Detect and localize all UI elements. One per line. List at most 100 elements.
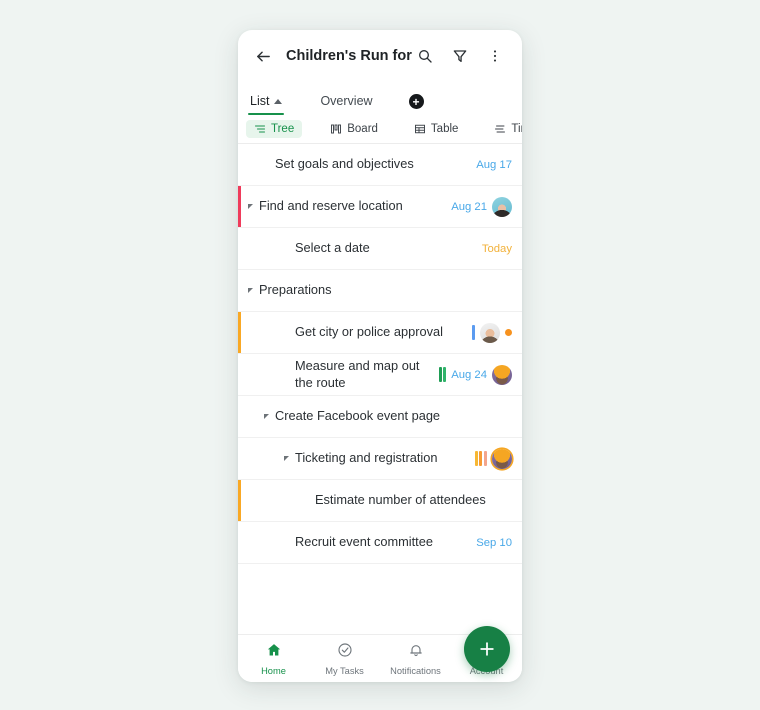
page-title: Children's Run for ...	[286, 48, 412, 64]
avatar[interactable]	[492, 448, 512, 469]
task-row-main: Set goals and objectives	[238, 156, 468, 173]
nav-item-notifications-label: Notifications	[390, 665, 441, 676]
back-arrow-icon[interactable]	[250, 43, 276, 69]
task-status-dot	[505, 329, 512, 336]
task-row[interactable]: Find and reserve location Aug 21	[238, 186, 522, 228]
filter-icon[interactable]	[447, 43, 473, 69]
task-row-main: Ticketing and registration	[238, 450, 467, 467]
task-progress-bar	[443, 367, 447, 382]
nav-item-home-label: Home	[261, 665, 286, 676]
avatar[interactable]	[492, 196, 512, 217]
tab-board-label: Board	[347, 123, 378, 135]
tab-tree[interactable]: Tree	[246, 120, 303, 138]
task-row[interactable]: Select a date Today	[238, 228, 522, 270]
nav-item-my-tasks-label: My Tasks	[325, 665, 364, 676]
chevron-up-icon	[274, 98, 283, 104]
task-title: Recruit event committee	[295, 534, 433, 550]
table-icon	[414, 123, 426, 135]
task-progress-bar	[474, 451, 478, 466]
task-row[interactable]: Get city or police approval	[238, 312, 522, 354]
tab-timeline-label: Timeli	[511, 123, 522, 135]
app-bar-actions	[412, 43, 508, 69]
task-row-main: Find and reserve location	[238, 198, 443, 215]
tab-table[interactable]: Table	[406, 120, 467, 138]
nav-item-home[interactable]: Home	[238, 635, 309, 682]
task-row-meta	[472, 322, 512, 343]
task-row-main: Estimate number of attendees	[238, 492, 504, 509]
task-progress-bar	[472, 325, 475, 340]
task-title: Get city or police approval	[295, 324, 443, 340]
task-title: Estimate number of attendees	[315, 492, 486, 508]
avatar[interactable]	[492, 364, 512, 385]
expand-collapse-icon[interactable]	[248, 287, 253, 293]
board-icon	[330, 123, 342, 135]
phone-card: Children's Run for ...	[238, 30, 522, 682]
task-title: Measure and map out the route	[295, 357, 420, 390]
task-priority-strip	[238, 186, 241, 227]
task-row[interactable]: Preparations	[238, 270, 522, 312]
task-row-meta: Aug 21	[451, 196, 512, 217]
task-title: Ticketing and registration	[295, 450, 438, 466]
task-row-main: Get city or police approval	[238, 324, 464, 341]
add-view-label: +	[412, 94, 420, 109]
task-row[interactable]: Set goals and objectives Aug 17	[238, 144, 522, 186]
view-tabs: List Overview +	[238, 82, 522, 115]
task-list[interactable]: Set goals and objectives Aug 17 Find and r…	[238, 144, 522, 634]
task-progress-bars	[472, 325, 475, 340]
task-progress-bars	[474, 451, 487, 466]
expand-collapse-icon[interactable]	[264, 413, 269, 419]
task-title: Set goals and objectives	[275, 156, 414, 172]
nav-item-notifications[interactable]: Notifications	[380, 635, 451, 682]
task-due-date[interactable]: Aug 21	[451, 201, 487, 213]
task-due-date[interactable]: Aug 17	[476, 159, 512, 171]
check-circle-icon	[337, 642, 353, 663]
tab-list-label: List	[250, 94, 270, 108]
task-due-date[interactable]: Aug 24	[451, 369, 487, 381]
task-row-main: Preparations	[238, 282, 504, 299]
avatar[interactable]	[480, 322, 500, 343]
task-row-meta: Sep 10	[476, 537, 512, 549]
tree-icon	[254, 123, 266, 135]
task-title: Select a date	[295, 240, 370, 256]
search-icon[interactable]	[412, 43, 438, 69]
bell-icon	[408, 642, 424, 663]
task-row-meta: Today	[482, 243, 512, 255]
task-progress-bar	[484, 451, 487, 466]
task-row[interactable]: Measure and map out the route Aug 24	[238, 354, 522, 396]
expand-collapse-icon[interactable]	[284, 455, 289, 461]
tab-overview[interactable]: Overview	[320, 94, 372, 115]
task-progress-bars	[438, 367, 447, 382]
task-row[interactable]: Create Facebook event page	[238, 396, 522, 438]
task-row[interactable]: Estimate number of attendees	[238, 480, 522, 522]
tab-tree-label: Tree	[271, 123, 295, 135]
more-vertical-icon[interactable]	[482, 43, 508, 69]
task-title: Preparations	[259, 282, 332, 298]
expand-collapse-icon[interactable]	[248, 203, 253, 209]
task-due-date[interactable]: Today	[482, 243, 512, 255]
add-task-button[interactable]	[464, 626, 510, 672]
task-priority-strip	[238, 312, 241, 353]
tab-overview-label: Overview	[320, 94, 373, 108]
tab-table-label: Table	[430, 123, 459, 135]
add-view-icon[interactable]: +	[408, 94, 424, 109]
task-row-main: Measure and map out the route	[238, 358, 431, 392]
task-title: Create Facebook event page	[275, 408, 441, 424]
screen-root: Children's Run for ...	[0, 0, 760, 710]
nav-item-my-tasks[interactable]: My Tasks	[309, 635, 380, 682]
task-row-main: Select a date	[238, 240, 474, 257]
add-task-icon	[480, 642, 494, 656]
task-row-meta: Aug 17	[476, 159, 512, 171]
tab-board[interactable]: Board	[322, 120, 386, 138]
task-title: Find and reserve location	[259, 198, 403, 214]
tab-timeline[interactable]: Timeli	[486, 120, 522, 138]
app-bar: Children's Run for ...	[238, 30, 522, 82]
task-row[interactable]: Recruit event committee Sep 10	[238, 522, 522, 564]
task-priority-strip	[238, 480, 241, 521]
task-due-date[interactable]: Sep 10	[476, 537, 512, 549]
task-row-meta: Aug 24	[438, 364, 512, 385]
task-row[interactable]: Ticketing and registration	[238, 438, 522, 480]
task-row-meta	[474, 448, 512, 469]
timeline-icon	[494, 123, 506, 135]
tab-list[interactable]: List	[247, 94, 285, 115]
task-progress-bar	[438, 367, 442, 382]
